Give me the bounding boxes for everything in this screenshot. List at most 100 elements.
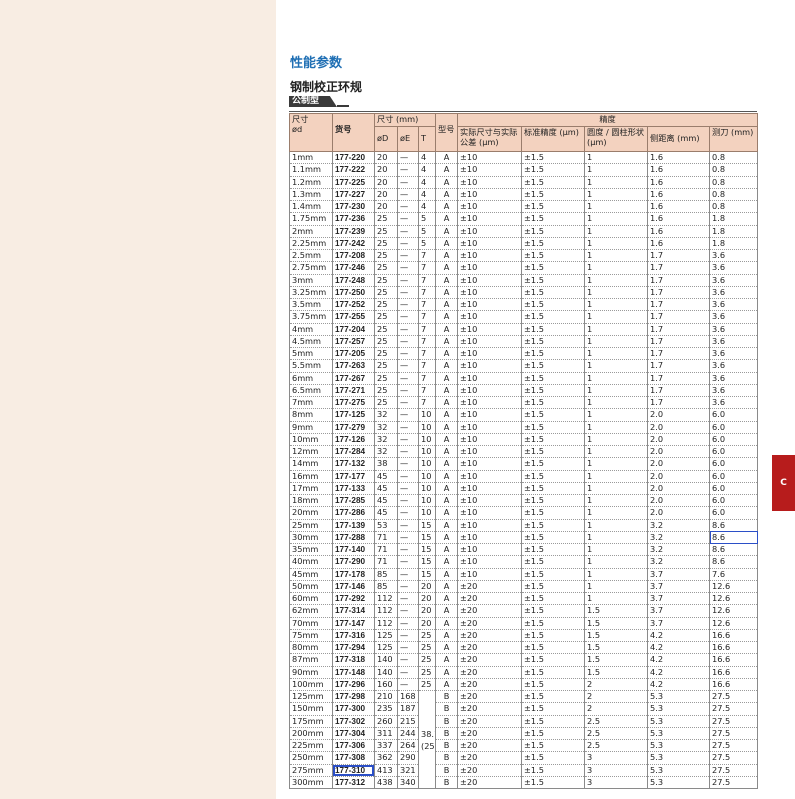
acc-cell: ±1.5 — [521, 764, 586, 777]
header-od: øD — [374, 126, 398, 152]
roundness-cell: 3 — [584, 776, 649, 790]
od-cell: 71 — [374, 555, 398, 569]
od-cell: 25 — [374, 396, 398, 410]
acc-cell: ±1.5 — [521, 531, 586, 545]
probe-cell: 12.6 — [709, 617, 759, 630]
od-cell: 125 — [374, 629, 398, 643]
size-cell: 9mm — [289, 421, 333, 434]
code-cell: 177-125 — [332, 408, 375, 422]
table-row: 10mm 177-126 32—10 A ±10 ±1.5 1 2.0 6.0 — [289, 433, 759, 447]
side-dist-cell: 1.7 — [647, 372, 711, 385]
side-dist-cell: 2.0 — [647, 408, 711, 422]
model-cell: A — [435, 286, 459, 300]
model-cell: A — [435, 408, 459, 422]
tol-cell: ±10 — [457, 384, 523, 398]
size-cell: 5mm — [289, 347, 333, 361]
highlighted-probe-cell[interactable]: 8.6 — [709, 531, 759, 545]
model-cell: A — [435, 359, 459, 373]
oe-cell: — — [397, 506, 419, 520]
side-dist-cell: 2.0 — [647, 445, 711, 459]
t-cell: 10 — [417, 494, 437, 508]
probe-cell: 6.0 — [709, 457, 759, 471]
probe-cell: 27.5 — [709, 776, 759, 790]
acc-cell: ±1.5 — [521, 727, 586, 741]
roundness-cell: 1 — [584, 212, 649, 226]
code-cell: 177-306 — [332, 739, 375, 753]
spec-table: 尺寸 ød 货号 尺寸 (mm) 型号 精度 øD øE T 实际尺寸与实际公差… — [289, 112, 759, 790]
tol-cell: ±10 — [457, 482, 523, 496]
roundness-cell: 1 — [584, 433, 649, 447]
header-size-label: 尺寸 — [292, 114, 309, 124]
probe-cell: 6.0 — [709, 506, 759, 520]
od-cell: 112 — [374, 617, 398, 630]
size-cell: 87mm — [289, 653, 333, 667]
t-cell: 4 — [417, 200, 437, 214]
roundness-cell: 1 — [584, 396, 649, 410]
size-cell: 150mm — [289, 702, 333, 716]
table-row: 2mm 177-239 25—5 A ±10 ±1.5 1 1.6 1.8 — [289, 225, 759, 238]
acc-cell: ±1.5 — [521, 470, 586, 483]
table-row: 125mm177-29821016838.1 (25.4)B±20±1.525.… — [289, 690, 759, 789]
roundness-cell: 1.5 — [584, 629, 649, 643]
acc-cell: ±1.5 — [521, 372, 586, 385]
selected-code-cell[interactable]: 177-310 — [332, 764, 375, 777]
table-row: 20mm 177-286 45—10 A ±10 ±1.5 1 2.0 6.0 — [289, 506, 759, 520]
roundness-cell: 1 — [584, 323, 649, 336]
size-cell: 12mm — [289, 445, 333, 459]
model-cell: A — [435, 568, 459, 581]
roundness-cell: 1 — [584, 151, 649, 165]
probe-cell: 27.5 — [709, 764, 759, 777]
od-cell: 45 — [374, 470, 398, 483]
table-row: 70mm 177-147 112—20 A ±20 ±1.5 1.5 3.7 12.6 — [289, 617, 759, 630]
roundness-cell: 2.5 — [584, 715, 649, 728]
roundness-cell: 1 — [584, 519, 649, 532]
od-cell: 140 — [374, 653, 398, 667]
roundness-cell: 1 — [584, 249, 649, 263]
oe-cell: — — [397, 482, 419, 496]
side-dist-cell: 2.0 — [647, 482, 711, 496]
probe-cell: 0.8 — [709, 200, 759, 214]
oe-cell: — — [397, 519, 419, 532]
oe-cell: 168 — [397, 690, 419, 704]
probe-cell: 16.6 — [709, 678, 759, 692]
od-cell: 45 — [374, 482, 398, 496]
size-cell: 17mm — [289, 482, 333, 496]
side-dist-cell: 1.7 — [647, 249, 711, 263]
side-dist-cell: 1.7 — [647, 323, 711, 336]
roundness-cell: 1 — [584, 543, 649, 557]
roundness-cell: 1 — [584, 494, 649, 508]
size-cell: 70mm — [289, 617, 333, 630]
header-probe: 测刀 (mm) — [709, 126, 759, 152]
oe-cell: — — [397, 237, 419, 251]
side-dist-cell: 3.2 — [647, 531, 711, 545]
acc-cell: ±1.5 — [521, 163, 586, 177]
chapter-tab[interactable]: C — [772, 455, 795, 511]
od-cell: 25 — [374, 212, 398, 226]
roundness-cell: 1 — [584, 555, 649, 569]
code-cell: 177-290 — [332, 555, 375, 569]
model-cell: A — [435, 347, 459, 361]
table-row: 225mm 177-306 337 264 B ±20 ±1.5 2.5 5.3 27.5 — [289, 739, 759, 753]
code-cell: 177-316 — [332, 629, 375, 643]
model-cell: B — [435, 702, 459, 716]
tol-cell: ±10 — [457, 555, 523, 569]
roundness-cell: 1 — [584, 188, 649, 202]
probe-cell: 3.6 — [709, 298, 759, 312]
t-cell: 10 — [417, 445, 437, 459]
table-row: 2.5mm 177-208 25—7 A ±10 ±1.5 1 1.7 3.6 — [289, 249, 759, 263]
probe-cell: 7.6 — [709, 568, 759, 581]
tol-cell: ±20 — [457, 653, 523, 667]
table-row: 50mm 177-146 85—20 A ±20 ±1.5 1 3.7 12.6 — [289, 580, 759, 594]
code-cell: 177-267 — [332, 372, 375, 385]
probe-cell: 3.6 — [709, 347, 759, 361]
oe-cell: 244 — [397, 727, 419, 741]
oe-cell: — — [397, 310, 419, 324]
od-cell: 25 — [374, 237, 398, 251]
acc-cell: ±1.5 — [521, 739, 586, 753]
table-row: 87mm 177-318 140—25 A ±20 ±1.5 1.5 4.2 16.6 — [289, 653, 759, 667]
od-cell: 85 — [374, 568, 398, 581]
header-size-sub: ød — [292, 124, 303, 134]
tol-cell: ±20 — [457, 580, 523, 594]
oe-cell: — — [397, 396, 419, 410]
od-cell: 25 — [374, 359, 398, 373]
